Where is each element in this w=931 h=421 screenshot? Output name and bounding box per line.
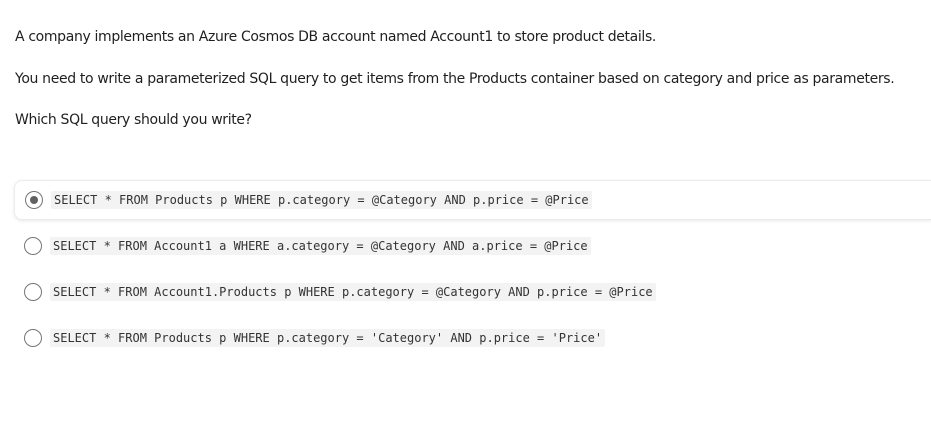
radio-button[interactable] xyxy=(25,191,43,209)
radio-button[interactable] xyxy=(24,283,42,301)
radio-button[interactable] xyxy=(24,329,42,347)
answer-option-2[interactable]: SELECT * FROM Account1 a WHERE a.categor… xyxy=(14,226,931,266)
answer-option-4[interactable]: SELECT * FROM Products p WHERE p.categor… xyxy=(14,318,931,358)
question-paragraph-1: A company implements an Azure Cosmos DB … xyxy=(15,29,657,45)
answer-options: SELECT * FROM Products p WHERE p.categor… xyxy=(14,180,931,364)
option-code: SELECT * FROM Account1 a WHERE a.categor… xyxy=(50,237,591,255)
option-code: SELECT * FROM Products p WHERE p.categor… xyxy=(51,191,592,209)
option-code: SELECT * FROM Account1.Products p WHERE … xyxy=(50,283,656,301)
question-prompt: Which SQL query should you write? xyxy=(15,112,252,128)
answer-option-1[interactable]: SELECT * FROM Products p WHERE p.categor… xyxy=(14,180,931,220)
answer-option-3[interactable]: SELECT * FROM Account1.Products p WHERE … xyxy=(14,272,931,312)
radio-button[interactable] xyxy=(24,237,42,255)
radio-selected-dot xyxy=(30,196,38,204)
question-paragraph-2: You need to write a parameterized SQL qu… xyxy=(15,71,895,87)
option-code: SELECT * FROM Products p WHERE p.categor… xyxy=(50,329,606,347)
